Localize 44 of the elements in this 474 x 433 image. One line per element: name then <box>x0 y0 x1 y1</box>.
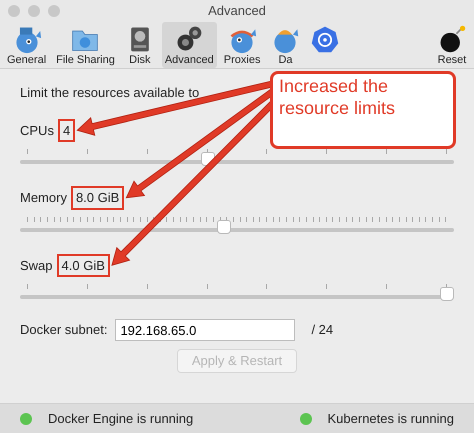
tick-mark <box>166 216 168 222</box>
toolbar-tab[interactable]: Da <box>267 22 304 68</box>
window-title: Advanced <box>208 2 266 20</box>
value-text: 4 <box>58 118 76 142</box>
tick-mark <box>86 149 88 154</box>
slider-label: Memory <box>20 189 67 207</box>
toolbar-tab[interactable]: File Sharing <box>53 22 118 68</box>
toolbar-tab[interactable]: Proxies <box>220 22 264 68</box>
status-text: Kubernetes is running <box>328 410 454 428</box>
slider-thumb[interactable] <box>217 220 232 234</box>
suffix-text: / 24 <box>311 321 334 340</box>
tick-mark <box>27 216 28 222</box>
tick-mark <box>146 216 148 222</box>
tick-mark <box>326 149 328 154</box>
close-button[interactable] <box>8 5 20 17</box>
tick-mark <box>27 149 28 154</box>
slider-thumb[interactable] <box>440 287 454 301</box>
toolbar-tab[interactable]: Disk <box>122 22 158 68</box>
toolbar-tab[interactable]: General <box>4 22 50 68</box>
toolbar-tab[interactable]: Advanced <box>162 22 217 68</box>
tick-mark <box>386 149 388 154</box>
zoom-button[interactable] <box>48 5 60 17</box>
field-label: Docker subnet: <box>20 321 108 340</box>
subnet-field[interactable]: 192.168.65.0 <box>115 319 296 341</box>
tick-mark <box>146 284 148 289</box>
toolbar-tab[interactable]: Reset <box>434 22 470 68</box>
tick-mark <box>326 284 328 289</box>
tick-mark <box>266 284 268 289</box>
tick-mark <box>86 284 88 289</box>
tick-mark <box>27 284 28 289</box>
tick-mark <box>446 149 447 154</box>
wheel-icon <box>310 24 340 54</box>
description-text: Limit the resources available to <box>20 84 200 102</box>
slider-label: Swap <box>20 256 53 275</box>
value-text: 8.0 GiB <box>70 186 124 210</box>
value-text: 4.0 GiB <box>56 254 110 277</box>
tick-mark <box>266 149 268 154</box>
slider-label: CPUs <box>20 122 54 140</box>
tick-mark <box>206 284 208 289</box>
status-text: Docker Engine is running <box>48 410 194 428</box>
tick-mark <box>146 149 148 154</box>
tick-mark <box>386 284 388 289</box>
annotation-callout: Increased the resource limits <box>270 71 456 149</box>
minimize-button[interactable] <box>28 5 40 17</box>
